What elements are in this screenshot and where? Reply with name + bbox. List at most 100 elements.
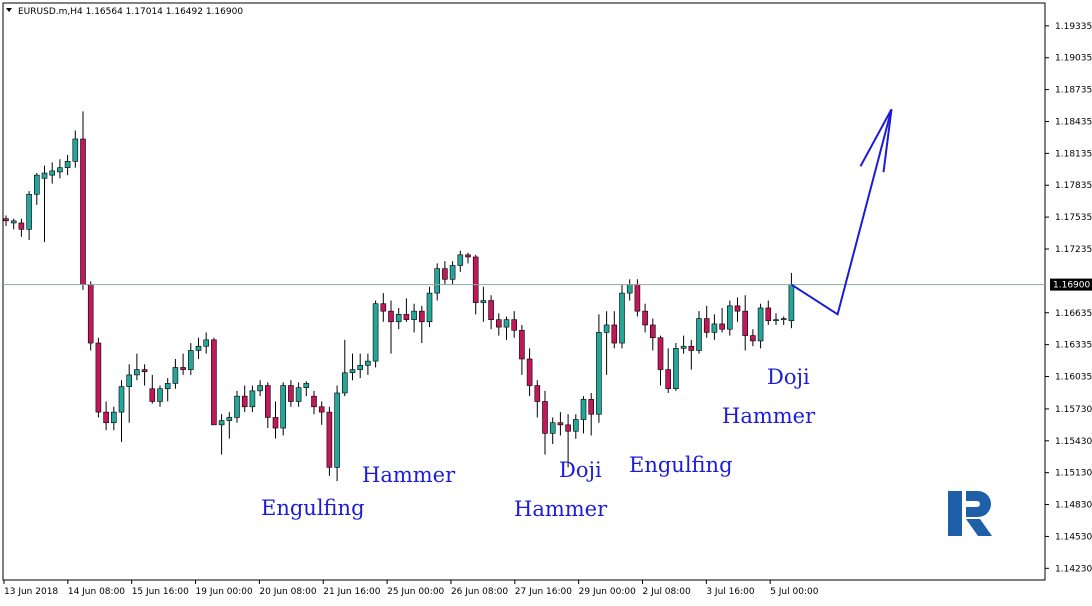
candle[interactable]: [157, 385, 163, 407]
candle[interactable]: [549, 417, 556, 444]
candle[interactable]: [649, 318, 656, 351]
candle[interactable]: [619, 284, 625, 349]
candle[interactable]: [388, 300, 394, 354]
candle[interactable]: [95, 337, 102, 418]
candle[interactable]: [503, 316, 510, 340]
candle[interactable]: [495, 313, 502, 336]
candle[interactable]: [750, 329, 756, 347]
candle[interactable]: [734, 297, 741, 322]
candle[interactable]: [465, 252, 471, 264]
candle[interactable]: [141, 364, 148, 386]
candle[interactable]: [172, 358, 179, 389]
candle[interactable]: [134, 353, 140, 381]
candle[interactable]: [226, 412, 233, 439]
candle[interactable]: [719, 307, 725, 333]
candle[interactable]: [3, 215, 9, 227]
candle[interactable]: [180, 353, 186, 375]
candle[interactable]: [380, 293, 387, 322]
candle[interactable]: [626, 279, 633, 301]
candle[interactable]: [703, 305, 710, 338]
candle[interactable]: [295, 382, 302, 407]
candle[interactable]: [311, 390, 317, 415]
candle[interactable]: [288, 380, 294, 407]
candle[interactable]: [241, 385, 248, 413]
candle[interactable]: [280, 382, 287, 436]
candle[interactable]: [534, 380, 541, 418]
candle[interactable]: [264, 382, 271, 429]
candle[interactable]: [519, 324, 525, 375]
candle[interactable]: [572, 414, 579, 439]
candle[interactable]: [411, 303, 417, 333]
candle[interactable]: [680, 335, 687, 354]
candle[interactable]: [757, 303, 764, 349]
candle[interactable]: [457, 250, 464, 272]
candle[interactable]: [126, 364, 132, 423]
candle[interactable]: [349, 353, 356, 381]
candle[interactable]: [765, 300, 772, 325]
candle[interactable]: [341, 339, 348, 397]
candle[interactable]: [111, 406, 117, 431]
candle[interactable]: [395, 307, 402, 330]
candle[interactable]: [41, 165, 48, 243]
candle[interactable]: [26, 191, 32, 240]
candle[interactable]: [511, 311, 518, 338]
candle[interactable]: [18, 218, 25, 237]
candle[interactable]: [788, 272, 795, 329]
candle[interactable]: [480, 286, 487, 322]
candle[interactable]: [64, 154, 71, 176]
candle[interactable]: [33, 173, 40, 205]
candle[interactable]: [372, 300, 379, 368]
candle[interactable]: [665, 348, 672, 393]
candle[interactable]: [211, 337, 217, 426]
candle[interactable]: [203, 332, 209, 354]
candle[interactable]: [357, 353, 364, 379]
candle[interactable]: [10, 218, 17, 230]
candle[interactable]: [611, 311, 618, 349]
candle[interactable]: [557, 412, 564, 436]
candle[interactable]: [696, 311, 702, 354]
candle[interactable]: [442, 261, 448, 285]
candle[interactable]: [426, 286, 433, 328]
candle[interactable]: [488, 295, 494, 330]
candle[interactable]: [780, 316, 787, 325]
candle[interactable]: [318, 401, 325, 425]
candle[interactable]: [257, 380, 263, 397]
candle[interactable]: [642, 303, 648, 333]
candle[interactable]: [603, 311, 610, 375]
candle[interactable]: [688, 339, 695, 370]
candle[interactable]: [742, 295, 749, 351]
candle[interactable]: [57, 159, 63, 179]
candle[interactable]: [418, 305, 425, 344]
candle[interactable]: [726, 300, 733, 336]
candle[interactable]: [596, 314, 602, 423]
candle[interactable]: [80, 111, 86, 290]
candle[interactable]: [434, 263, 441, 301]
candle[interactable]: [118, 380, 125, 442]
candle[interactable]: [657, 335, 664, 386]
candle[interactable]: [334, 385, 340, 482]
candle[interactable]: [272, 401, 279, 439]
candle[interactable]: [103, 401, 109, 431]
candle[interactable]: [249, 385, 256, 413]
candle[interactable]: [218, 414, 225, 455]
candle[interactable]: [234, 390, 240, 423]
candle[interactable]: [673, 343, 679, 391]
candle[interactable]: [526, 348, 533, 397]
candle[interactable]: [164, 378, 171, 402]
candle[interactable]: [195, 337, 202, 359]
candle[interactable]: [588, 392, 595, 436]
candle[interactable]: [542, 390, 548, 455]
candle[interactable]: [149, 374, 156, 404]
candle[interactable]: [87, 281, 94, 351]
price-chart[interactable]: 1.16900 Engulfing Hammer Hammer Doji Engulfin…: [0, 0, 1092, 602]
candle[interactable]: [773, 313, 779, 325]
candle[interactable]: [188, 343, 194, 375]
candle[interactable]: [49, 162, 56, 184]
candle[interactable]: [711, 314, 718, 340]
candle[interactable]: [72, 130, 79, 168]
candle[interactable]: [365, 353, 371, 375]
info-dropdown-icon[interactable]: [6, 8, 12, 12]
candle[interactable]: [580, 396, 587, 434]
candle[interactable]: [303, 381, 310, 397]
candle[interactable]: [449, 261, 456, 285]
